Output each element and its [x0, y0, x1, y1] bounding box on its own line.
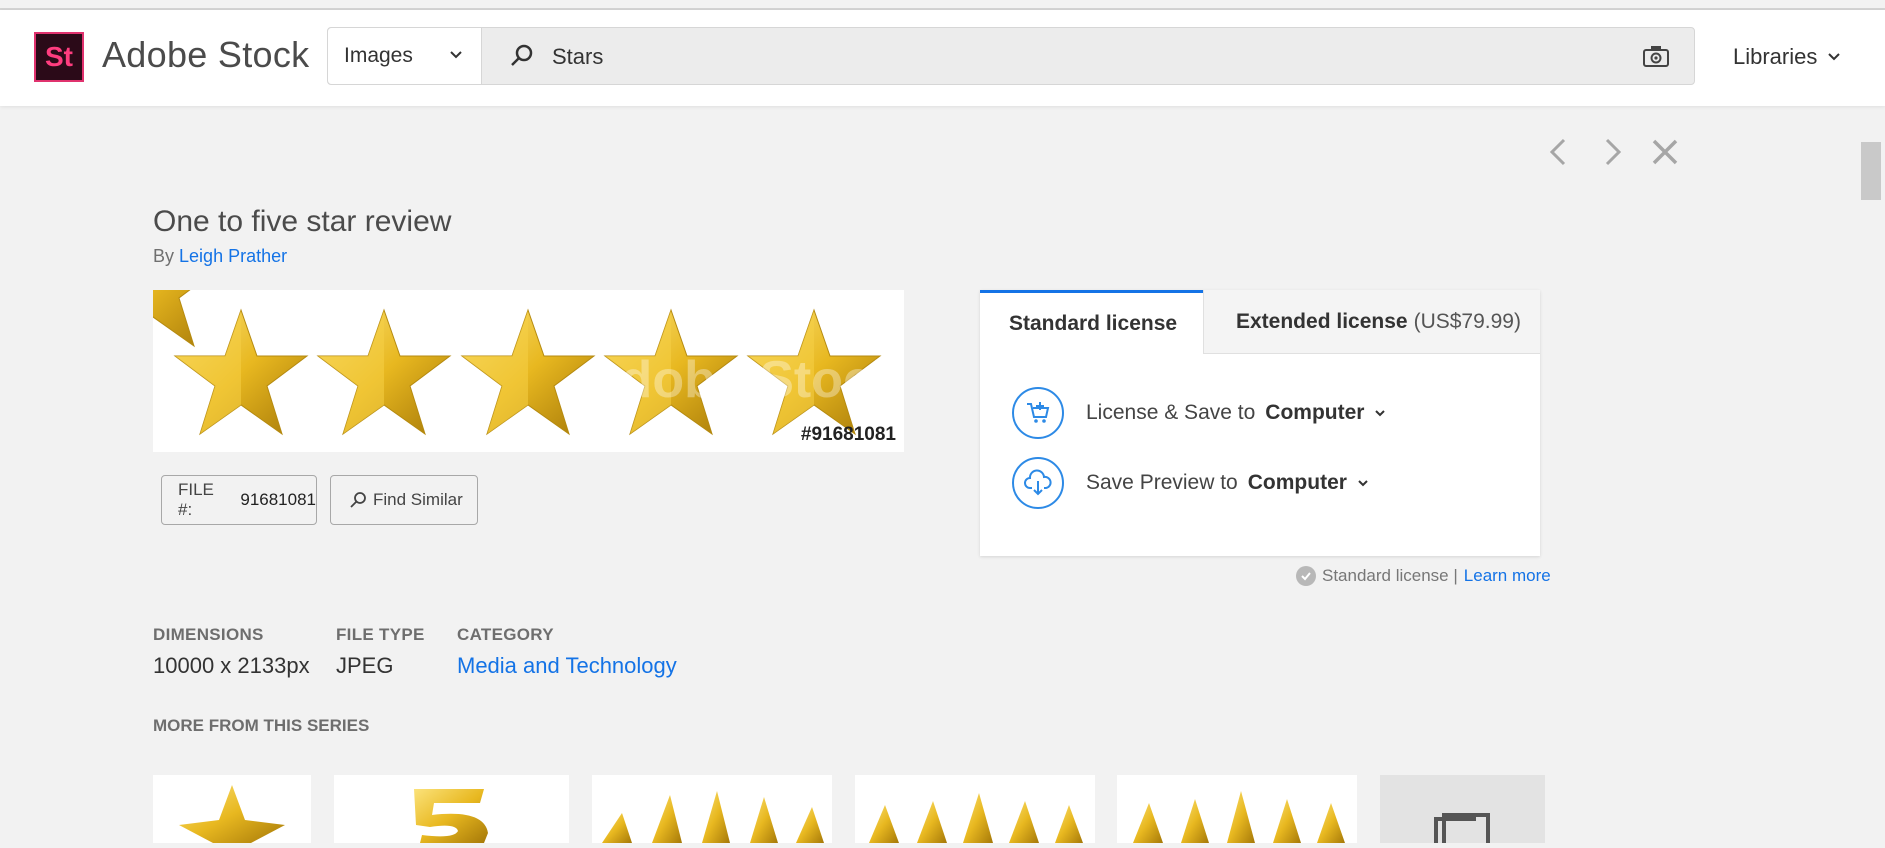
search-input[interactable] — [550, 36, 1634, 78]
series-thumbnail[interactable] — [592, 775, 832, 843]
cart-plus-icon — [1012, 387, 1064, 439]
watermark: Adobe Stock — [583, 351, 901, 409]
search-bar: Images — [327, 27, 1695, 85]
adobe-stock-logo[interactable]: St — [34, 32, 84, 82]
meta-dimensions: DIMENSIONS 10000 x 2133px — [153, 625, 310, 678]
search-type-select[interactable]: Images — [328, 28, 482, 84]
more-series-tile[interactable] — [1380, 775, 1545, 848]
series-thumbnail[interactable] — [153, 775, 311, 843]
series-thumbnail[interactable] — [1117, 775, 1357, 843]
meta-file-type: FILE TYPE JPEG — [336, 625, 425, 678]
scrollbar-thumb[interactable] — [1861, 142, 1881, 200]
asset-title: One to five star review — [153, 205, 452, 238]
tab-standard-license[interactable]: Standard license — [980, 290, 1203, 354]
author-link[interactable]: Leigh Prather — [179, 246, 287, 266]
tab-extended-license[interactable]: Extended license (US$79.99) — [1203, 290, 1540, 354]
asset-preview-image[interactable]: Adobe Stock #91681081 — [153, 290, 904, 452]
star-shape — [153, 290, 195, 348]
chevron-down-icon — [1375, 410, 1386, 417]
top-header: St Adobe Stock Images Libraries — [0, 10, 1885, 106]
libraries-label: Libraries — [1733, 44, 1818, 69]
copy-icon — [1434, 813, 1490, 848]
series-title: MORE FROM THIS SERIES — [153, 716, 370, 735]
browser-top-edge — [0, 0, 1885, 10]
search-type-label: Images — [344, 44, 413, 67]
search-icon — [350, 492, 366, 508]
preview-file-id: #91681081 — [800, 424, 896, 445]
chevron-down-icon — [1828, 53, 1841, 61]
series-thumbnail[interactable] — [334, 775, 569, 843]
chevron-down-icon — [450, 51, 462, 59]
asset-byline: By Leigh Prather — [153, 246, 288, 266]
series-thumbnail[interactable] — [855, 775, 1095, 843]
search-icon — [511, 44, 533, 66]
save-preview-action[interactable]: Save Preview to Computer — [1012, 454, 1369, 512]
license-note: Standard license | Learn more — [1296, 566, 1551, 586]
previous-arrow-icon[interactable] — [1544, 136, 1574, 168]
close-icon[interactable] — [1650, 136, 1680, 168]
check-circle-icon — [1296, 566, 1316, 586]
license-panel: Standard license Extended license (US$79… — [980, 290, 1540, 556]
find-similar-button[interactable]: Find Similar — [330, 475, 478, 525]
brand-name[interactable]: Adobe Stock — [102, 34, 309, 76]
learn-more-link[interactable]: Learn more — [1464, 566, 1551, 586]
chevron-down-icon — [1358, 480, 1368, 487]
camera-search-icon[interactable] — [1642, 44, 1670, 68]
file-number-button[interactable]: FILE #: 91681081 — [161, 475, 317, 525]
category-link[interactable]: Media and Technology — [457, 653, 677, 679]
meta-category: CATEGORY Media and Technology — [457, 625, 677, 679]
cloud-download-icon — [1012, 457, 1064, 509]
license-save-action[interactable]: License & Save to Computer — [1012, 384, 1386, 442]
next-arrow-icon[interactable] — [1597, 136, 1627, 168]
libraries-menu[interactable]: Libraries — [1733, 44, 1841, 70]
